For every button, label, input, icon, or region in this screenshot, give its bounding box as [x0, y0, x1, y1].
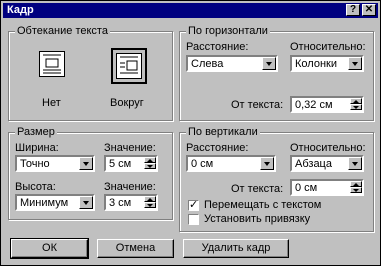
h-position-label: Расстояние: [186, 41, 249, 53]
h-position-select[interactable]: Слева [186, 55, 278, 72]
size-group: Размер Ширина: Точно Значение: 5 см Высо… [8, 126, 173, 220]
horizontal-group: По горизонтали Расстояние: Слева Относит… [179, 25, 374, 121]
vertical-group-label: По вертикали [186, 126, 260, 138]
lock-anchor-checkbox[interactable] [188, 214, 199, 225]
chevron-down-icon[interactable] [79, 196, 93, 209]
ok-button[interactable]: ОК [10, 238, 89, 259]
wrap-group-label: Обтекание текста [15, 25, 110, 37]
wrap-group: Обтекание текста Нет Вокруг [8, 25, 173, 121]
v-relative-select[interactable]: Абзаца [290, 155, 364, 172]
width-select[interactable]: Точно [15, 155, 95, 172]
h-relative-select[interactable]: Колонки [290, 55, 364, 72]
width-amount-spinner[interactable] [144, 157, 156, 170]
height-amount-field[interactable]: 3 см [104, 194, 158, 211]
close-button[interactable]: ✕ [362, 4, 376, 16]
width-amount-value: 5 см [109, 158, 132, 170]
height-amount-label: Значение: [104, 181, 156, 193]
h-position-value: Слева [191, 58, 224, 70]
chevron-down-icon[interactable] [262, 57, 276, 70]
height-value: Минимум [20, 197, 69, 209]
width-amount-field[interactable]: 5 см [104, 155, 158, 172]
h-distance-value: 0,32 см [295, 99, 333, 111]
h-distance-spinner[interactable] [350, 98, 362, 111]
wrap-around-label: Вокруг [110, 97, 144, 109]
vertical-group: По вертикали Расстояние: 0 см Относитель… [179, 126, 374, 232]
chevron-down-icon[interactable] [260, 157, 274, 170]
chevron-down-icon[interactable] [348, 57, 362, 70]
height-label: Высота: [15, 181, 56, 193]
chevron-down-icon[interactable] [348, 157, 362, 170]
h-relative-value: Колонки [295, 58, 337, 70]
height-amount-value: 3 см [109, 197, 132, 209]
wrap-none-label: Нет [42, 97, 61, 109]
cancel-button[interactable]: Отмена [97, 239, 174, 258]
wrap-around-icon [120, 56, 138, 74]
h-relative-label: Относительно: [290, 41, 366, 53]
v-distance-label: От текста: [231, 183, 284, 195]
v-position-label: Расстояние: [186, 142, 249, 154]
wrap-around-option[interactable] [111, 48, 147, 84]
wrap-none-option[interactable] [36, 48, 68, 80]
help-button[interactable]: ? [346, 4, 360, 16]
v-relative-label: Относительно: [290, 142, 366, 154]
v-distance-spinner[interactable] [350, 181, 362, 194]
v-distance-field[interactable]: 0 см [290, 179, 364, 196]
title-bar: Кадр ? ✕ [3, 3, 378, 18]
size-group-label: Размер [15, 126, 57, 138]
chevron-down-icon[interactable] [79, 157, 93, 170]
width-label: Ширина: [15, 142, 59, 154]
height-amount-spinner[interactable] [144, 196, 156, 209]
v-relative-value: Абзаца [295, 158, 332, 170]
horizontal-group-label: По горизонтали [186, 25, 270, 37]
width-amount-label: Значение: [104, 142, 156, 154]
height-select[interactable]: Минимум [15, 194, 95, 211]
wrap-none-icon [43, 54, 61, 74]
move-with-text-checkbox[interactable] [188, 198, 199, 211]
v-position-value: 0 см [191, 158, 214, 170]
lock-anchor-label: Установить привязку [204, 213, 311, 225]
v-position-select[interactable]: 0 см [186, 155, 276, 172]
v-distance-value: 0 см [295, 182, 318, 194]
remove-frame-button[interactable]: Удалить кадр [183, 239, 289, 258]
frame-dialog: Кадр ? ✕ Обтекание текста Нет Вокруг По … [0, 0, 381, 266]
width-value: Точно [20, 158, 50, 170]
h-distance-label: От текста: [231, 99, 284, 111]
dialog-title: Кадр [7, 4, 34, 16]
move-with-text-label: Перемещать с текстом [204, 199, 322, 211]
h-distance-field[interactable]: 0,32 см [290, 96, 364, 113]
